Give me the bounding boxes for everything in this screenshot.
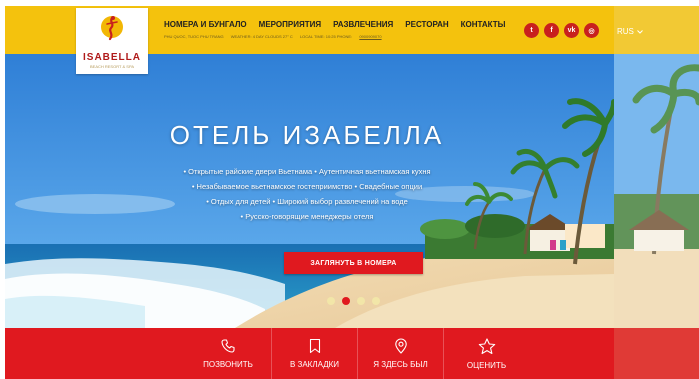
action-buttons: ПОЗВОНИТЬ В ЗАКЛАДКИ Я ЗДЕСЬ БЫЛ ОЦЕНИТЬ [185,328,529,379]
feature-line: • Отдых для детей • Широкий выбор развле… [206,197,408,206]
nav-restaurant[interactable]: РЕСТОРАН [405,20,448,29]
hero-next-slide-preview [614,54,699,328]
hero-title: ОТЕЛЬ ИЗАБЕЛЛА [169,120,445,150]
header-info-line: PHU QUOC, TUOC PHU TRANG WEATHER: 4 DAY … [164,34,388,39]
slider-pagination [327,297,380,305]
feature-line: • Незабываемое вьетнамское гостеприимств… [191,182,423,191]
logo[interactable]: ISABELLA BEACH RESORT & SPA [76,8,148,74]
main-nav: НОМЕРА И БУНГАЛО МЕРОПРИЯТИЯ РАЗВЛЕЧЕНИЯ… [164,20,505,29]
language-current: RUS [617,27,634,36]
dancer-logo-icon [101,16,123,41]
bookmark-icon [309,338,320,354]
slider-dot-2[interactable] [342,297,350,305]
map-pin-icon [394,338,407,354]
social-links: t f vk ◎ [524,23,599,38]
nav-contacts[interactable]: КОНТАКТЫ [461,20,506,29]
location-text: PHU QUOC, TUOC PHU TRANG [164,34,224,39]
vk-icon[interactable]: vk [564,23,579,38]
feature-line: • Открытые райские двери Вьетнама • Ауте… [183,167,431,176]
language-selector[interactable]: RUS [617,27,643,36]
action-bar-extension [614,328,699,379]
call-label: ПОЗВОНИТЬ [203,360,253,369]
logo-tagline: BEACH RESORT & SPA [89,64,134,69]
feature-line: • Русско-говорящие менеджеры отеля [240,212,374,221]
call-button[interactable]: ПОЗВОНИТЬ [185,328,271,379]
bookmark-label: В ЗАКЛАДКИ [289,360,340,369]
page: ISABELLA BEACH RESORT & SPA НОМЕРА И БУН… [0,0,699,379]
rate-label: ОЦЕНИТЬ [466,360,507,370]
star-icon [478,337,495,354]
slider-dot-1[interactable] [327,297,335,305]
twitter-icon[interactable]: t [524,23,539,38]
nav-events[interactable]: МЕРОПРИЯТИЯ [259,20,321,29]
rate-button[interactable]: ОЦЕНИТЬ [443,328,529,379]
phone-icon [221,339,235,353]
view-rooms-button[interactable]: ЗАГЛЯНУТЬ В НОМЕРА [284,252,423,274]
instagram-icon[interactable]: ◎ [584,23,599,38]
chevron-down-icon [637,29,643,34]
checkin-button[interactable]: Я ЗДЕСЬ БЫЛ [357,328,443,379]
hero-palm-image [614,54,699,328]
nav-entertainment[interactable]: РАЗВЛЕЧЕНИЯ [333,20,393,29]
checkin-label: Я ЗДЕСЬ БЫЛ [373,360,428,369]
local-time-text: LOCAL TIME: 10:25 PHONE: [299,34,353,39]
nav-rooms[interactable]: НОМЕРА И БУНГАЛО [164,20,247,29]
facebook-icon[interactable]: f [544,23,559,38]
phone-link[interactable]: 0900909070 [359,34,381,39]
bookmark-button[interactable]: В ЗАКЛАДКИ [271,328,357,379]
slider-dot-4[interactable] [372,297,380,305]
hero-features: • Открытые райские двери Вьетнама • Ауте… [0,164,614,224]
slider-dot-3[interactable] [357,297,365,305]
logo-text: ISABELLA [83,52,141,63]
weather-text: WEATHER: 4 DAY CLOUDS 27° C [230,34,293,39]
